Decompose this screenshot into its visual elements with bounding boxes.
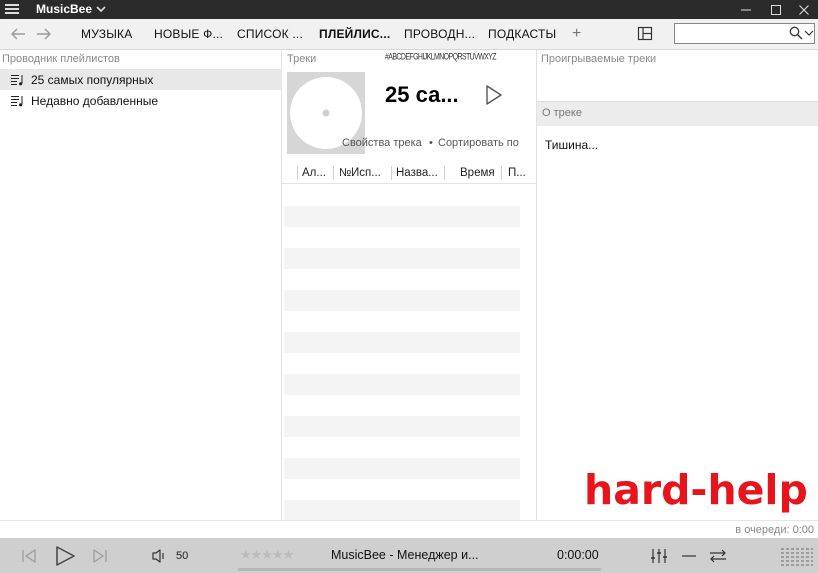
sort-by-link[interactable]: Сортировать по bbox=[438, 137, 519, 149]
table-row[interactable] bbox=[284, 416, 520, 437]
tracks-panel: Треки #ABCDEFGHIJKLMNOPQRSTUVWXYZ 25 са.… bbox=[282, 50, 537, 521]
column-plays[interactable]: П... bbox=[508, 164, 528, 182]
player-bar: 50 ★★★★★ MusicBee - Менеджер и... 0:00:0… bbox=[0, 538, 818, 573]
track-properties-link[interactable]: Свойства трека bbox=[342, 137, 422, 149]
about-track-header-bar: О треке bbox=[537, 101, 818, 126]
column-title[interactable]: Назва... bbox=[396, 164, 444, 182]
column-separator bbox=[444, 166, 445, 180]
playlist-title: 25 са... bbox=[385, 82, 459, 107]
column-separator bbox=[297, 166, 298, 180]
next-track-icon[interactable] bbox=[90, 546, 110, 566]
table-row[interactable] bbox=[284, 500, 520, 521]
playback-time: 0:00:00 bbox=[557, 548, 599, 562]
playlist-item[interactable]: 25 самых популярных bbox=[0, 69, 282, 90]
table-row[interactable] bbox=[284, 248, 520, 269]
minimize-icon[interactable] bbox=[734, 0, 758, 19]
title-bar: MusicBee bbox=[0, 0, 818, 19]
playlist-label: 25 самых популярных bbox=[31, 72, 154, 87]
table-row[interactable] bbox=[284, 458, 520, 479]
maximize-icon[interactable] bbox=[764, 0, 788, 19]
link-separator: • bbox=[429, 137, 433, 149]
about-track-text: Тишина... bbox=[545, 138, 599, 152]
rating-stars[interactable]: ★★★★★ bbox=[240, 547, 294, 563]
column-album[interactable]: Ал... bbox=[302, 164, 332, 182]
playlist-icon bbox=[11, 74, 23, 85]
playlist-icon bbox=[11, 95, 23, 106]
playlist-label: Недавно добавленные bbox=[31, 93, 159, 108]
about-track-header: О треке bbox=[542, 107, 582, 119]
progress-bar[interactable] bbox=[238, 568, 601, 571]
panel-header: Проводник плейлистов bbox=[2, 53, 120, 65]
table-row[interactable] bbox=[284, 332, 520, 353]
stop-after-current-icon[interactable] bbox=[680, 548, 698, 564]
previous-track-icon[interactable] bbox=[19, 546, 39, 566]
tab-explorer[interactable]: ПРОВОДН... bbox=[404, 19, 475, 49]
column-artist[interactable]: Исп... bbox=[351, 164, 391, 182]
layout-icon[interactable] bbox=[637, 26, 654, 41]
app-title[interactable]: MusicBee bbox=[36, 2, 92, 16]
hamburger-menu-icon[interactable] bbox=[4, 2, 20, 16]
alpha-index[interactable]: #ABCDEFGHIJKLMNOPQRSTUVWXYZ bbox=[385, 53, 497, 62]
back-arrow-icon[interactable] bbox=[8, 25, 28, 43]
table-row[interactable] bbox=[284, 374, 520, 395]
status-bar: в очереди: 0:00 bbox=[0, 520, 818, 538]
column-number[interactable]: № bbox=[339, 164, 351, 182]
chevron-down-icon[interactable] bbox=[804, 29, 814, 37]
watermark-text: hard-help bbox=[584, 466, 808, 514]
tab-podcasts[interactable]: ПОДКАСТЫ bbox=[488, 19, 556, 49]
column-separator bbox=[333, 166, 334, 180]
tab-new-files[interactable]: НОВЫЕ Ф... bbox=[154, 19, 223, 49]
close-icon[interactable] bbox=[792, 0, 816, 19]
volume-level: 50 bbox=[176, 550, 189, 562]
search-icon[interactable] bbox=[789, 26, 803, 40]
tab-playlists[interactable]: ПЛЕЙЛИС... bbox=[319, 19, 390, 49]
tab-list[interactable]: СПИСОК ... bbox=[237, 19, 303, 49]
repeat-shuffle-icon[interactable] bbox=[708, 547, 728, 565]
play-icon[interactable] bbox=[53, 544, 77, 568]
now-playing-panel: Проигрываемые треки О треке Тишина... bbox=[537, 50, 818, 520]
column-separator bbox=[391, 166, 392, 180]
table-row[interactable] bbox=[284, 206, 520, 227]
column-time[interactable]: Время bbox=[460, 164, 500, 182]
forward-arrow-icon[interactable] bbox=[34, 25, 54, 43]
volume-icon[interactable] bbox=[150, 548, 168, 564]
divider bbox=[282, 183, 536, 184]
play-icon[interactable] bbox=[484, 84, 504, 106]
nav-bar: МУЗЫКА НОВЫЕ Ф... СПИСОК ... ПЛЕЙЛИС... … bbox=[0, 19, 818, 50]
add-tab-button[interactable]: + bbox=[572, 19, 582, 49]
equalizer-icon[interactable] bbox=[650, 548, 668, 564]
table-row[interactable] bbox=[284, 290, 520, 311]
now-playing-title: MusicBee - Менеджер и... bbox=[331, 548, 479, 562]
tab-music[interactable]: МУЗЫКА bbox=[81, 19, 132, 49]
queue-status: в очереди: 0:00 bbox=[735, 524, 814, 536]
playlist-item[interactable]: Недавно добавленные bbox=[0, 90, 282, 111]
column-separator bbox=[501, 166, 502, 180]
playlist-explorer-panel: Проводник плейлистов 25 самых популярных… bbox=[0, 50, 282, 520]
chevron-down-icon[interactable] bbox=[95, 3, 107, 15]
spectrum-visualizer-icon[interactable] bbox=[780, 546, 814, 568]
panel-header: Треки bbox=[287, 53, 317, 65]
panel-header: Проигрываемые треки bbox=[541, 53, 657, 65]
